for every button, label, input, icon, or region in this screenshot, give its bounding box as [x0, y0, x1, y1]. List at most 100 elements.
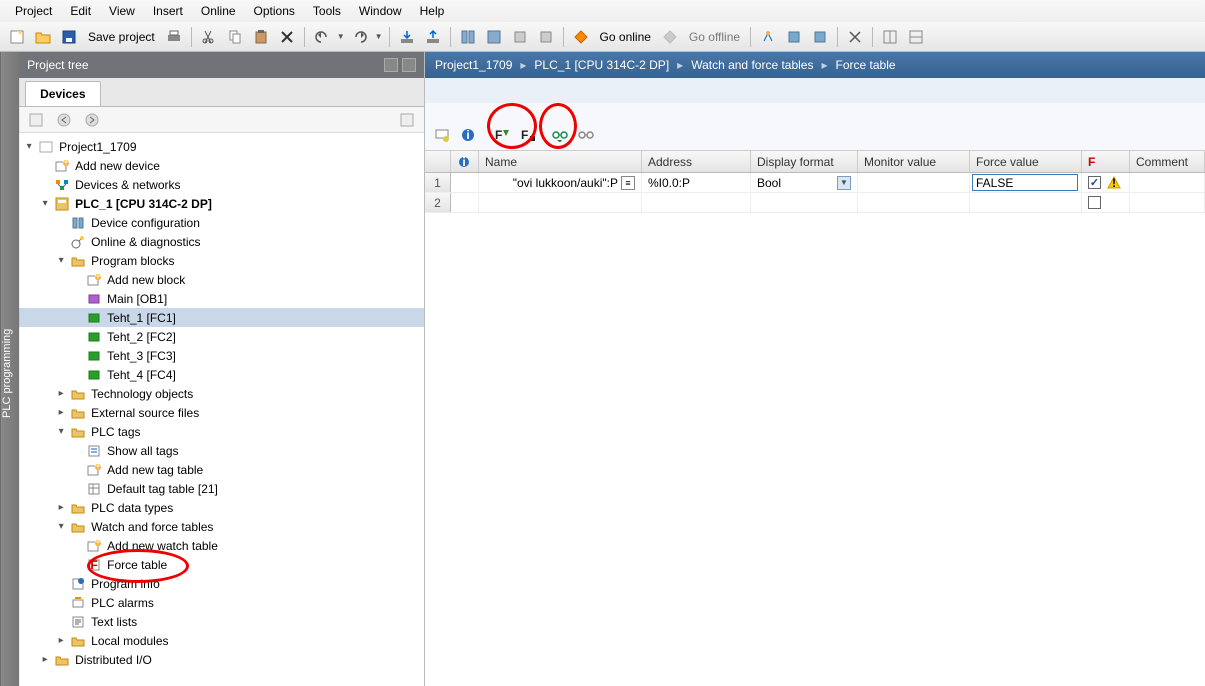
tree-nav-button[interactable] — [25, 109, 47, 131]
tree-node[interactable]: ▸PLC data types — [19, 498, 424, 517]
col-f[interactable]: F — [1082, 151, 1130, 172]
cut-button[interactable] — [198, 26, 220, 48]
tree-expander[interactable]: ▸ — [55, 635, 67, 646]
tree-node[interactable]: ▸Technology objects — [19, 384, 424, 403]
upload-button[interactable] — [422, 26, 444, 48]
tree-node[interactable]: Teht_3 [FC3] — [19, 346, 424, 365]
device-2-button[interactable] — [809, 26, 831, 48]
tree-node[interactable]: +Add new watch table — [19, 536, 424, 555]
tree-node[interactable]: Show all tags — [19, 441, 424, 460]
col-monitor-value[interactable]: Monitor value — [858, 151, 970, 172]
table-row[interactable]: 2 — [425, 193, 1205, 213]
force-start-button[interactable]: F — [491, 124, 513, 146]
menu-options[interactable]: Options — [245, 1, 304, 21]
tree-node[interactable]: Main [OB1] — [19, 289, 424, 308]
tree-node[interactable]: Teht_2 [FC2] — [19, 327, 424, 346]
tree-expander[interactable]: ▾ — [39, 198, 51, 209]
menu-view[interactable]: View — [100, 1, 144, 21]
tree-node[interactable]: Teht_4 [FC4] — [19, 365, 424, 384]
force-checkbox[interactable] — [1088, 176, 1101, 189]
force-stop-button[interactable]: F — [517, 124, 539, 146]
tree-node[interactable]: ▸Distributed I/O — [19, 650, 424, 669]
paste-button[interactable] — [250, 26, 272, 48]
menu-edit[interactable]: Edit — [61, 1, 100, 21]
force-cell[interactable] — [970, 193, 1082, 212]
addr-cell[interactable]: %I0.0:P — [642, 173, 751, 192]
tree-node[interactable]: Default tag table [21] — [19, 479, 424, 498]
tree-node[interactable]: +Add new tag table — [19, 460, 424, 479]
col-force-value[interactable]: Force value — [970, 151, 1082, 172]
force-checkbox[interactable] — [1088, 196, 1101, 209]
device-1-button[interactable] — [783, 26, 805, 48]
menu-project[interactable]: Project — [6, 1, 61, 21]
col-name[interactable]: Name — [479, 151, 642, 172]
split-h-button[interactable] — [879, 26, 901, 48]
redo-button[interactable] — [349, 26, 371, 48]
breadcrumb-item[interactable]: Watch and force tables — [691, 58, 813, 72]
f-cell[interactable]: ! — [1082, 173, 1130, 192]
tree-expander[interactable]: ▾ — [55, 521, 67, 532]
new-project-button[interactable] — [6, 26, 28, 48]
menu-window[interactable]: Window — [350, 1, 411, 21]
force-cell[interactable]: FALSE — [970, 173, 1082, 192]
tree-node[interactable]: FForce table — [19, 555, 424, 574]
open-project-button[interactable] — [32, 26, 54, 48]
col-comment[interactable]: Comment — [1130, 151, 1205, 172]
save-project-label[interactable]: Save project — [84, 30, 159, 44]
tree-node[interactable]: ▾Watch and force tables — [19, 517, 424, 536]
go-offline-icon[interactable] — [659, 26, 681, 48]
name-cell[interactable] — [479, 193, 642, 212]
plc-programming-tab[interactable]: PLC programming — [0, 52, 19, 686]
monitor-button[interactable] — [431, 124, 453, 146]
breadcrumb-item[interactable]: Project1_1709 — [435, 58, 512, 72]
tree-node[interactable]: ▾Program blocks — [19, 251, 424, 270]
tree-expander[interactable]: ▾ — [55, 426, 67, 437]
tree-fwd-button[interactable] — [81, 109, 103, 131]
col-address[interactable]: Address — [642, 151, 751, 172]
tree-node[interactable]: +Add new block — [19, 270, 424, 289]
menu-help[interactable]: Help — [411, 1, 454, 21]
compile-2-button[interactable] — [483, 26, 505, 48]
tree-expander[interactable]: ▸ — [39, 654, 51, 665]
col-display-format[interactable]: Display format — [751, 151, 858, 172]
table-row[interactable]: 1"ovi lukkoon/auki":P≡%I0.0:PBool▼FALSE! — [425, 173, 1205, 193]
menu-online[interactable]: Online — [192, 1, 245, 21]
tree-node[interactable]: ▸Local modules — [19, 631, 424, 650]
print-button[interactable] — [163, 26, 185, 48]
sim-2-button[interactable] — [535, 26, 557, 48]
tree-node[interactable]: ▾PLC_1 [CPU 314C-2 DP] — [19, 194, 424, 213]
cmt-cell[interactable] — [1130, 173, 1205, 192]
split-v-button[interactable] — [905, 26, 927, 48]
tree-expander[interactable]: ▸ — [55, 502, 67, 513]
glasses-1-button[interactable] — [549, 124, 571, 146]
tree-expander[interactable]: ▾ — [55, 255, 67, 266]
tree-node[interactable]: PLC alarms — [19, 593, 424, 612]
col-i[interactable]: i — [451, 151, 479, 172]
info-button[interactable]: i — [457, 124, 479, 146]
tree-expander[interactable]: ▸ — [55, 388, 67, 399]
dropdown-arrow-icon[interactable]: ▼ — [837, 176, 851, 190]
go-online-icon[interactable] — [570, 26, 592, 48]
fmt-cell[interactable] — [751, 193, 858, 212]
tree-pin-icon[interactable] — [402, 58, 416, 72]
tree-settings-button[interactable] — [396, 109, 418, 131]
breadcrumb-item[interactable]: Force table — [836, 58, 896, 72]
breadcrumb-item[interactable]: PLC_1 [CPU 314C-2 DP] — [534, 58, 669, 72]
addr-cell[interactable] — [642, 193, 751, 212]
tree-expander[interactable]: ▸ — [55, 407, 67, 418]
devices-tab[interactable]: Devices — [25, 81, 100, 106]
delete-button[interactable] — [276, 26, 298, 48]
name-cell[interactable]: "ovi lukkoon/auki":P≡ — [479, 173, 642, 192]
fmt-cell[interactable]: Bool▼ — [751, 173, 858, 192]
f-cell[interactable] — [1082, 193, 1130, 212]
sim-button[interactable] — [509, 26, 531, 48]
tree-node[interactable]: +Add new device — [19, 156, 424, 175]
tree-node[interactable]: Device configuration — [19, 213, 424, 232]
glasses-2-button[interactable] — [575, 124, 597, 146]
tree-node[interactable]: Devices & networks — [19, 175, 424, 194]
menu-tools[interactable]: Tools — [304, 1, 350, 21]
cmt-cell[interactable] — [1130, 193, 1205, 212]
tree-node[interactable]: ▾Project1_1709 — [19, 137, 424, 156]
cross-ref-button[interactable] — [844, 26, 866, 48]
tree-expander[interactable]: ▾ — [23, 141, 35, 152]
